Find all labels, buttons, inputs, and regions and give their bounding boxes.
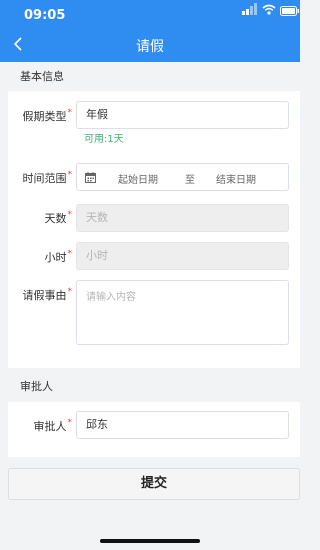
leave-available-hint: 可用:1天: [84, 134, 124, 145]
section-approver: 审批人: [0, 372, 300, 402]
reason-textarea[interactable]: 请输入内容: [76, 280, 289, 345]
reason-label: 请假事由*: [22, 287, 73, 302]
date-range-picker[interactable]: 起始日期 至 结束日期: [76, 163, 289, 191]
signal-icon: [242, 0, 258, 15]
wifi-icon: [262, 0, 276, 15]
hours-label: 小时*: [44, 249, 73, 264]
calendar-icon: [85, 172, 96, 183]
page-title: 请假: [136, 39, 164, 55]
range-separator: 至: [185, 175, 195, 186]
section-basic-info: 基本信息: [0, 63, 300, 91]
hours-input: 小时: [76, 242, 289, 270]
start-date-input[interactable]: 起始日期: [118, 171, 158, 186]
days-label: 天数*: [44, 210, 73, 225]
home-indicator: [100, 539, 200, 543]
submit-button[interactable]: 提交: [8, 468, 300, 500]
status-bar: 09:05: [0, 0, 300, 30]
approver-input[interactable]: 邱东: [76, 411, 289, 439]
time-range-label: 时间范围*: [22, 170, 73, 185]
nav-bar: 请假: [0, 30, 300, 62]
end-date-input[interactable]: 结束日期: [216, 171, 256, 186]
approver-label: 审批人*: [33, 418, 73, 433]
app-header: 09:05 请假: [0, 0, 300, 62]
battery-icon: [280, 1, 300, 16]
leave-type-select[interactable]: 年假: [76, 101, 289, 129]
days-input: 天数: [76, 204, 289, 232]
leave-type-label: 假期类型*: [22, 108, 73, 123]
status-time: 09:05: [24, 8, 66, 23]
